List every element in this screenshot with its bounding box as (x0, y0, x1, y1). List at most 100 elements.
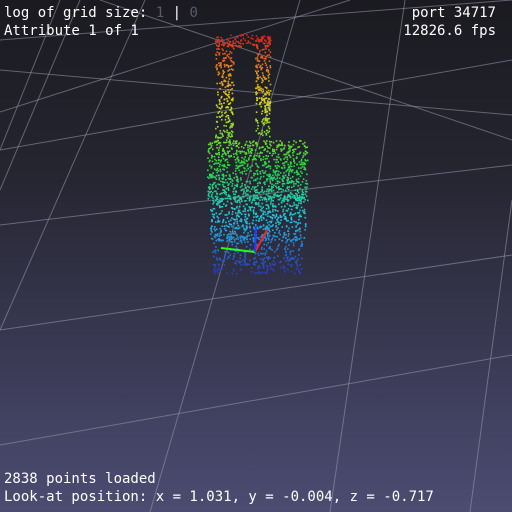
cloud-point (299, 175, 302, 177)
cloud-point (210, 220, 213, 223)
cloud-point (243, 238, 245, 241)
cloud-point (278, 188, 281, 190)
cloud-point (262, 156, 265, 158)
cloud-point (279, 197, 282, 199)
cloud-point (227, 66, 230, 68)
cloud-point (273, 264, 275, 266)
cloud-point (226, 214, 228, 216)
cloud-point (268, 192, 270, 195)
cloud-point (304, 212, 306, 215)
cloud-point (289, 165, 291, 167)
cloud-point (219, 206, 221, 209)
cloud-point (211, 160, 214, 163)
cloud-point (242, 34, 245, 37)
cloud-point (211, 176, 213, 179)
cloud-point (276, 146, 278, 149)
cloud-point (282, 267, 285, 269)
cloud-point (235, 167, 237, 170)
cloud-point (207, 151, 210, 153)
cloud-point (296, 237, 298, 239)
cloud-point (283, 182, 285, 185)
cloud-point (281, 226, 284, 228)
cloud-point (215, 134, 217, 137)
cloud-point (240, 160, 243, 162)
cloud-point (275, 209, 277, 212)
cloud-point (299, 209, 301, 212)
axis-z (254, 225, 257, 253)
cloud-point (260, 158, 262, 160)
cloud-point (227, 103, 230, 105)
cloud-point (286, 203, 289, 205)
point-cloud-viewport[interactable]: log of grid size: 1 | 0 Attribute 1 of 1… (0, 0, 512, 512)
cloud-point (247, 158, 250, 161)
cloud-point (295, 267, 298, 270)
cloud-point (215, 162, 218, 165)
cloud-point (237, 238, 239, 240)
cloud-point (212, 251, 214, 254)
cloud-point (261, 188, 263, 190)
cloud-point (226, 272, 228, 274)
cloud-point (224, 141, 226, 144)
cloud-point (299, 140, 301, 142)
cloud-point (278, 165, 281, 168)
cloud-point (276, 156, 278, 158)
cloud-point (221, 221, 224, 224)
cloud-point (275, 213, 278, 216)
cloud-point (230, 133, 233, 136)
cloud-point (291, 205, 294, 207)
cloud-point (273, 251, 276, 253)
cloud-point (267, 215, 269, 217)
cloud-point (229, 136, 232, 138)
cloud-point (228, 212, 230, 215)
cloud-point (213, 201, 215, 203)
cloud-point (258, 155, 261, 157)
cloud-point (266, 102, 269, 104)
cloud-point (266, 100, 269, 102)
cloud-point (295, 180, 298, 183)
cloud-point (273, 196, 276, 199)
cloud-point (243, 170, 246, 173)
cloud-point (223, 225, 226, 227)
cloud-point (224, 255, 226, 258)
cloud-point (285, 241, 287, 244)
cloud-point (247, 148, 249, 151)
cloud-point (267, 256, 270, 258)
cloud-point (304, 216, 307, 219)
cloud-point (263, 98, 265, 100)
cloud-point (237, 211, 240, 214)
cloud-point (226, 258, 229, 260)
cloud-point (295, 235, 297, 238)
cloud-point (264, 158, 267, 160)
cloud-point (226, 114, 228, 117)
cloud-point (269, 211, 272, 214)
cloud-point (239, 220, 241, 222)
cloud-point (220, 212, 222, 215)
cloud-point (297, 222, 300, 224)
cloud-point (211, 210, 214, 212)
cloud-point (221, 153, 224, 155)
cloud-point (207, 190, 209, 193)
cloud-point (250, 202, 253, 204)
3d-scene[interactable] (0, 0, 512, 512)
cloud-point (241, 185, 243, 187)
cloud-point (207, 186, 210, 189)
cloud-point (266, 204, 269, 207)
cloud-point (227, 82, 229, 85)
cloud-point (269, 100, 272, 103)
cloud-point (264, 227, 267, 230)
cloud-point (276, 187, 278, 189)
grid-line (0, 254, 512, 331)
cloud-point (263, 140, 265, 142)
cloud-point (258, 192, 260, 194)
cloud-point (228, 53, 231, 55)
cloud-point (266, 129, 268, 132)
cloud-point (248, 196, 251, 198)
cloud-point (301, 181, 304, 183)
cloud-point (268, 140, 271, 143)
cloud-point (209, 143, 212, 146)
cloud-point (251, 206, 254, 208)
cloud-point (215, 190, 217, 193)
cloud-point (273, 184, 275, 186)
cloud-point (263, 131, 266, 133)
cloud-point (278, 238, 281, 240)
